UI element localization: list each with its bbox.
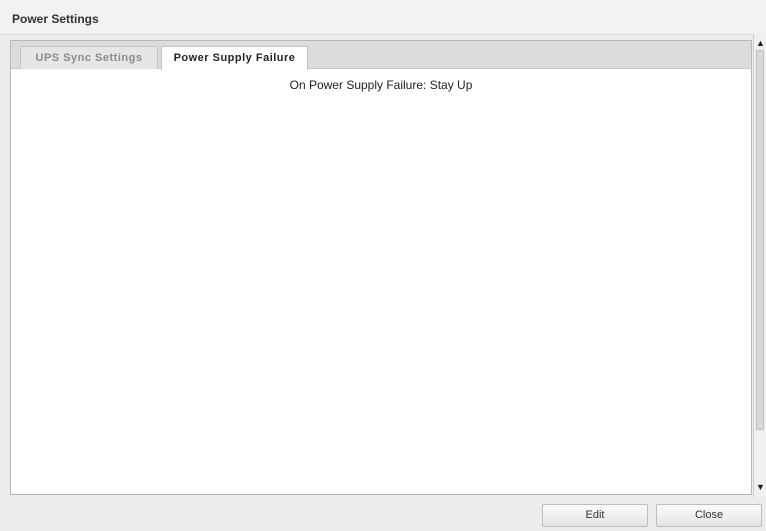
title-bar: Power Settings bbox=[0, 0, 766, 35]
power-settings-dialog: Power Settings UPS Sync Settings Power S… bbox=[0, 0, 766, 531]
scroll-down-icon[interactable]: ▼ bbox=[755, 482, 766, 493]
tab-ups-sync-settings[interactable]: UPS Sync Settings bbox=[20, 46, 158, 69]
scroll-up-icon[interactable]: ▲ bbox=[755, 38, 766, 49]
settings-panel: UPS Sync Settings Power Supply Failure O… bbox=[10, 40, 752, 495]
dialog-footer: Edit Close bbox=[0, 499, 766, 531]
power-failure-status: On Power Supply Failure: Stay Up bbox=[289, 78, 473, 92]
close-button[interactable]: Close bbox=[656, 504, 762, 527]
tab-strip: UPS Sync Settings Power Supply Failure bbox=[11, 41, 751, 70]
dialog-title: Power Settings bbox=[12, 12, 99, 26]
vertical-scrollbar[interactable]: ▲ ▼ bbox=[753, 34, 766, 497]
tab-power-supply-failure[interactable]: Power Supply Failure bbox=[161, 46, 308, 70]
edit-button[interactable]: Edit bbox=[542, 504, 648, 527]
scroll-thumb[interactable] bbox=[756, 50, 764, 430]
